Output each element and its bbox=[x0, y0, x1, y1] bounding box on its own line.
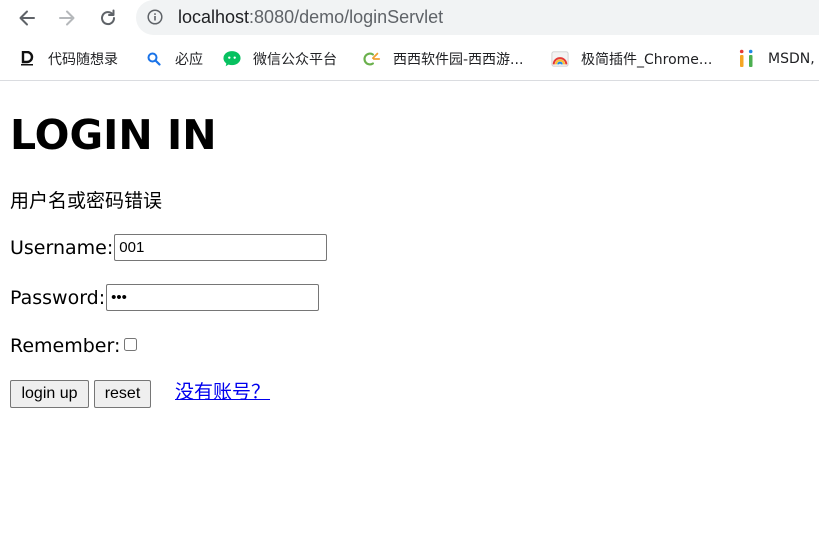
bookmark-jijian[interactable]: 极简插件_Chrome... bbox=[551, 48, 712, 70]
bookmarks-bar: 代码随想录 必应 微信公众平台 西西软件园-西西游... 极简插件_Chrome… bbox=[0, 44, 819, 74]
code-logo-icon bbox=[18, 50, 36, 68]
login-button[interactable]: login up bbox=[10, 380, 89, 408]
search-icon bbox=[145, 50, 163, 68]
bookmark-label: 西西软件园-西西游... bbox=[393, 52, 524, 68]
reload-button[interactable] bbox=[96, 6, 120, 30]
form-actions: login up reset 没有账号？ bbox=[10, 380, 310, 408]
address-bar[interactable]: localhost:8080/demo/loginServlet bbox=[136, 0, 819, 35]
bookmark-label: 微信公众平台 bbox=[253, 52, 337, 68]
arrow-left-icon bbox=[19, 10, 35, 26]
password-row: Password: bbox=[10, 284, 320, 311]
bookmark-label: 必应 bbox=[175, 52, 203, 68]
username-input[interactable] bbox=[114, 234, 328, 261]
reset-button[interactable]: reset bbox=[94, 380, 151, 408]
bookmark-label: 代码随想录 bbox=[48, 52, 118, 68]
bookmark-xixi[interactable]: 西西软件园-西西游... bbox=[363, 48, 523, 70]
bookmark-msdn[interactable]: MSDN, bbox=[738, 48, 815, 70]
rainbow-icon bbox=[551, 50, 569, 68]
url-host: localhost bbox=[178, 7, 250, 27]
page-title: LOGIN IN bbox=[10, 111, 217, 159]
bookmark-label: MSDN, bbox=[768, 51, 815, 67]
remember-row: Remember: bbox=[10, 334, 138, 358]
forward-button[interactable] bbox=[55, 6, 79, 30]
username-row: Username: bbox=[10, 234, 328, 261]
password-input[interactable] bbox=[106, 284, 320, 311]
url-text[interactable]: localhost:8080/demo/loginServlet bbox=[178, 7, 443, 27]
bookmark-bing[interactable]: 必应 bbox=[145, 48, 203, 70]
register-link[interactable]: 没有账号？ bbox=[175, 380, 270, 404]
reload-icon bbox=[101, 9, 116, 26]
bookmark-label: 极简插件_Chrome... bbox=[581, 52, 713, 68]
remember-checkbox[interactable] bbox=[124, 337, 138, 351]
cr-logo-icon bbox=[363, 50, 381, 68]
username-label: Username: bbox=[10, 236, 114, 259]
arrow-right-icon bbox=[59, 10, 75, 26]
back-button[interactable] bbox=[15, 6, 39, 30]
browser-toolbar: localhost:8080/demo/loginServlet bbox=[0, 0, 819, 36]
url-path: :8080/demo/loginServlet bbox=[249, 7, 444, 27]
password-label: Password: bbox=[10, 286, 106, 309]
msdn-logo-icon bbox=[738, 49, 756, 68]
bookmark-daimasuixianglu[interactable]: 代码随想录 bbox=[18, 48, 118, 70]
remember-label: Remember: bbox=[10, 335, 121, 357]
error-message: 用户名或密码错误 bbox=[10, 190, 163, 212]
info-icon[interactable] bbox=[147, 9, 163, 25]
bookmark-wechat[interactable]: 微信公众平台 bbox=[223, 48, 337, 70]
wechat-icon bbox=[223, 50, 241, 68]
page-content: LOGIN IN 用户名或密码错误 Username: Password: Re… bbox=[0, 81, 819, 541]
